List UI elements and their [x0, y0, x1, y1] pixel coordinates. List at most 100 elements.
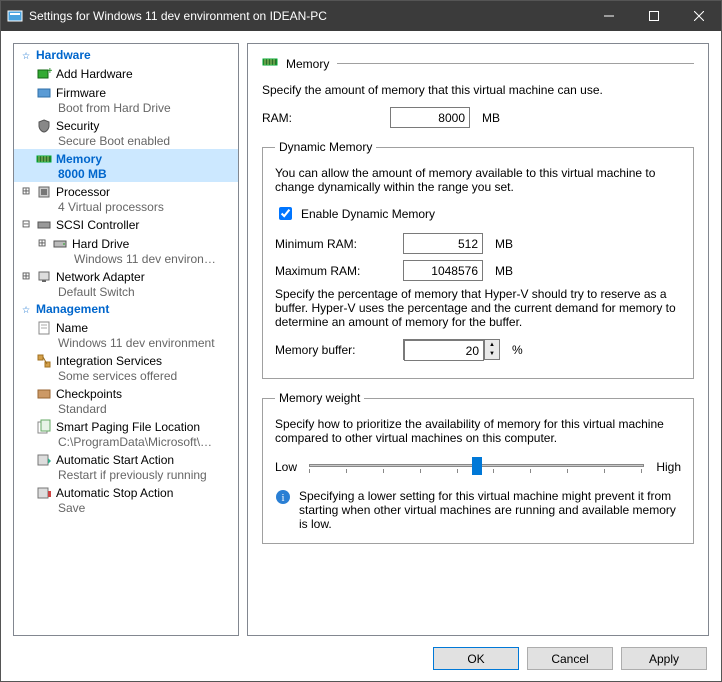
memory-intro-text: Specify the amount of memory that this v… [262, 83, 694, 97]
tree-item-firmware[interactable]: Firmware Boot from Hard Drive [14, 83, 238, 116]
tree-item-label: Automatic Stop Action [56, 486, 173, 500]
tree-item-sub: 4 Virtual processors [20, 200, 200, 214]
maximize-button[interactable] [631, 1, 676, 31]
hard-drive-icon [52, 236, 68, 252]
tree-section-management[interactable]: ☆ Management [14, 300, 238, 318]
spinner-up-icon[interactable]: ▲ [485, 340, 499, 350]
memory-icon [262, 54, 278, 73]
tree-item-checkpoints[interactable]: Checkpoints Standard [14, 384, 238, 417]
collapse-icon: ☆ [20, 303, 32, 316]
cpu-icon [36, 184, 52, 200]
titlebar: Settings for Windows 11 dev environment … [1, 1, 721, 31]
tree-item-integration[interactable]: Integration Services Some services offer… [14, 351, 238, 384]
minimize-button[interactable] [586, 1, 631, 31]
buffer-intro-text: Specify the percentage of memory that Hy… [275, 287, 681, 329]
tree-item-network[interactable]: ⊞ Network Adapter Default Switch [14, 267, 238, 300]
slider-high-label: High [656, 460, 681, 474]
tree-item-autostop[interactable]: Automatic Stop Action Save [14, 483, 238, 516]
ok-button[interactable]: OK [433, 647, 519, 670]
expand-icon[interactable]: ⊞ [20, 270, 32, 283]
memory-weight-info-text: Specifying a lower setting for this virt… [299, 489, 681, 531]
tree-item-sub: Some services offered [36, 369, 216, 383]
expand-icon[interactable]: ⊞ [20, 185, 32, 198]
tree-section-label: Management [36, 302, 109, 316]
settings-tree[interactable]: ☆ Hardware + Add Hardware Firmware Boot … [13, 43, 239, 636]
tree-item-sub: Windows 11 dev environment [36, 336, 216, 350]
settings-content: Memory Specify the amount of memory that… [247, 43, 709, 636]
autostart-icon [36, 452, 52, 468]
max-ram-label: Maximum RAM: [275, 264, 395, 278]
collapse-icon[interactable]: ⊟ [20, 218, 32, 231]
tree-item-sub: C:\ProgramData\Microsoft\Windo... [36, 435, 216, 449]
tree-item-scsi[interactable]: ⊟ SCSI Controller [14, 215, 238, 234]
divider [337, 63, 694, 64]
apply-button[interactable]: Apply [621, 647, 707, 670]
info-icon: i [275, 489, 291, 505]
tree-item-processor[interactable]: ⊞ Processor 4 Virtual processors [14, 182, 238, 215]
max-ram-input[interactable] [403, 260, 483, 281]
close-button[interactable] [676, 1, 721, 31]
svg-text:i: i [281, 492, 284, 504]
cancel-button[interactable]: Cancel [527, 647, 613, 670]
tree-item-sub: Boot from Hard Drive [36, 101, 216, 115]
controller-icon [36, 217, 52, 233]
memory-weight-legend: Memory weight [275, 391, 364, 405]
tree-item-sub: Standard [36, 402, 216, 416]
tree-item-sub: Windows 11 dev environment.... [36, 252, 216, 266]
tree-item-label: Smart Paging File Location [56, 420, 200, 434]
dialog-button-bar: OK Cancel Apply [1, 636, 721, 681]
ram-input[interactable] [390, 107, 470, 128]
dynamic-memory-group: Dynamic Memory You can allow the amount … [262, 140, 694, 379]
buffer-spinner[interactable]: ▲ ▼ [403, 339, 500, 360]
min-ram-unit: MB [495, 237, 513, 251]
firmware-icon [36, 85, 52, 101]
buffer-label: Memory buffer: [275, 343, 395, 357]
tree-item-label: Name [56, 321, 88, 335]
tree-item-label: Security [56, 119, 99, 133]
autostop-icon [36, 485, 52, 501]
tree-item-label: Memory [56, 152, 102, 166]
tree-section-hardware[interactable]: ☆ Hardware [14, 46, 238, 64]
min-ram-label: Minimum RAM: [275, 237, 395, 251]
buffer-unit: % [512, 343, 523, 357]
tree-item-label: SCSI Controller [56, 218, 139, 232]
ram-label: RAM: [262, 111, 382, 125]
name-icon [36, 320, 52, 336]
tree-item-paging[interactable]: Smart Paging File Location C:\ProgramDat… [14, 417, 238, 450]
memory-icon [36, 151, 52, 167]
section-title: Memory [286, 57, 329, 71]
tree-item-add-hardware[interactable]: + Add Hardware [14, 64, 238, 83]
memory-weight-group: Memory weight Specify how to prioritize … [262, 391, 694, 544]
tree-item-label: Processor [56, 185, 110, 199]
min-ram-input[interactable] [403, 233, 483, 254]
slider-low-label: Low [275, 460, 297, 474]
spinner-down-icon[interactable]: ▼ [485, 350, 499, 360]
dynamic-memory-intro: You can allow the amount of memory avail… [275, 166, 681, 194]
tree-item-name[interactable]: Name Windows 11 dev environment [14, 318, 238, 351]
tree-item-label: Add Hardware [56, 67, 133, 81]
tree-item-autostart[interactable]: Automatic Start Action Restart if previo… [14, 450, 238, 483]
tree-item-label: Network Adapter [56, 270, 145, 284]
slider-thumb[interactable] [472, 457, 482, 475]
buffer-input[interactable] [404, 340, 484, 361]
expand-icon[interactable]: ⊞ [36, 237, 48, 250]
svg-text:+: + [47, 66, 52, 77]
memory-weight-slider[interactable] [309, 455, 644, 479]
collapse-icon: ☆ [20, 49, 32, 62]
tree-item-memory[interactable]: Memory 8000 MB [14, 149, 238, 182]
app-icon [7, 8, 23, 24]
window-title: Settings for Windows 11 dev environment … [29, 9, 586, 23]
dynamic-memory-legend: Dynamic Memory [275, 140, 376, 154]
tree-item-sub: Secure Boot enabled [36, 134, 216, 148]
tree-item-sub: 8000 MB [36, 167, 216, 181]
tree-item-security[interactable]: Security Secure Boot enabled [14, 116, 238, 149]
network-icon [36, 269, 52, 285]
shield-icon [36, 118, 52, 134]
tree-section-label: Hardware [36, 48, 91, 62]
enable-dynamic-memory-checkbox[interactable] [279, 207, 292, 220]
tree-item-sub: Save [36, 501, 216, 515]
enable-dynamic-memory-label: Enable Dynamic Memory [301, 207, 435, 221]
add-hardware-icon: + [36, 66, 52, 82]
integration-icon [36, 353, 52, 369]
tree-item-hard-drive[interactable]: ⊞ Hard Drive Windows 11 dev environment.… [14, 234, 238, 267]
